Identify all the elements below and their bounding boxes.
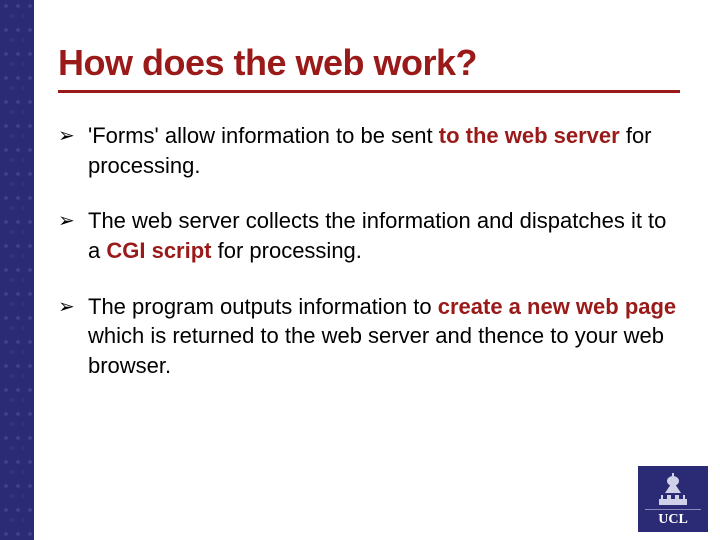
bullet-text: The program outputs information to creat… [88,294,676,378]
ucl-logo-text: UCL [645,509,701,528]
slide-content: How does the web work? ➢ 'Forms' allow i… [58,42,680,407]
bullet-list: ➢ 'Forms' allow information to be sent t… [58,121,680,381]
bullet-item: ➢ The program outputs information to cre… [58,292,680,381]
bullet-marker-icon: ➢ [58,123,75,150]
bullet-item: ➢ 'Forms' allow information to be sent t… [58,121,680,180]
bullet-text: 'Forms' allow information to be sent to … [88,123,652,178]
decorative-sidebar [0,0,34,540]
bullet-text: The web server collects the information … [88,208,666,263]
ucl-dome-icon [655,471,691,507]
bullet-marker-icon: ➢ [58,208,75,235]
bullet-marker-icon: ➢ [58,294,75,321]
bullet-item: ➢ The web server collects the informatio… [58,206,680,265]
sidebar-pattern [0,0,34,540]
slide-title: How does the web work? [58,42,680,93]
ucl-logo: UCL [638,466,708,532]
